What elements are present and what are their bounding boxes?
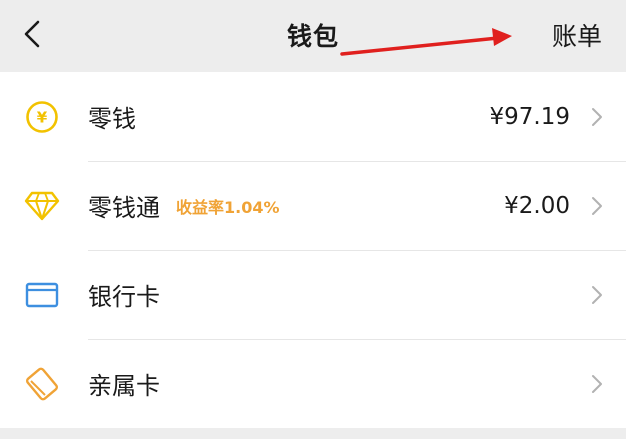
diamond-icon [24,188,60,224]
annotation-arrow [340,28,512,56]
chevron-right-icon [592,285,602,304]
yield-rate-badge: 收益率1.04% [176,197,280,217]
row-label: 亲属卡 [88,372,160,400]
yuan-coin-icon: ¥ [24,99,60,135]
list-item-change[interactable]: ¥ 零钱 ¥97.19 [0,72,626,161]
row-label: 零钱 [88,105,136,133]
balance-value: ¥2.00 [504,192,570,219]
bank-card-icon [24,277,60,313]
balance-value: ¥97.19 [489,103,570,130]
page-title: 钱包 [286,22,339,51]
list-item-family-card[interactable]: 亲属卡 [0,339,626,428]
chevron-right-icon [592,196,602,215]
chevron-right-icon [592,107,602,126]
bill-button[interactable]: 账单 [552,0,602,70]
wallet-list: ¥ 零钱 ¥97.19 零钱通 收益率1.04% ¥2.00 银行卡 亲属卡 [0,72,626,428]
svg-text:¥: ¥ [37,108,48,126]
chevron-right-icon [592,374,602,393]
family-card-icon [24,366,60,402]
row-label: 银行卡 [88,283,160,311]
row-label: 零钱通 [88,194,160,222]
nav-bar: 钱包 账单 [0,0,626,70]
list-item-change-pass[interactable]: 零钱通 收益率1.04% ¥2.00 [0,161,626,250]
list-item-bank-card[interactable]: 银行卡 [0,250,626,339]
